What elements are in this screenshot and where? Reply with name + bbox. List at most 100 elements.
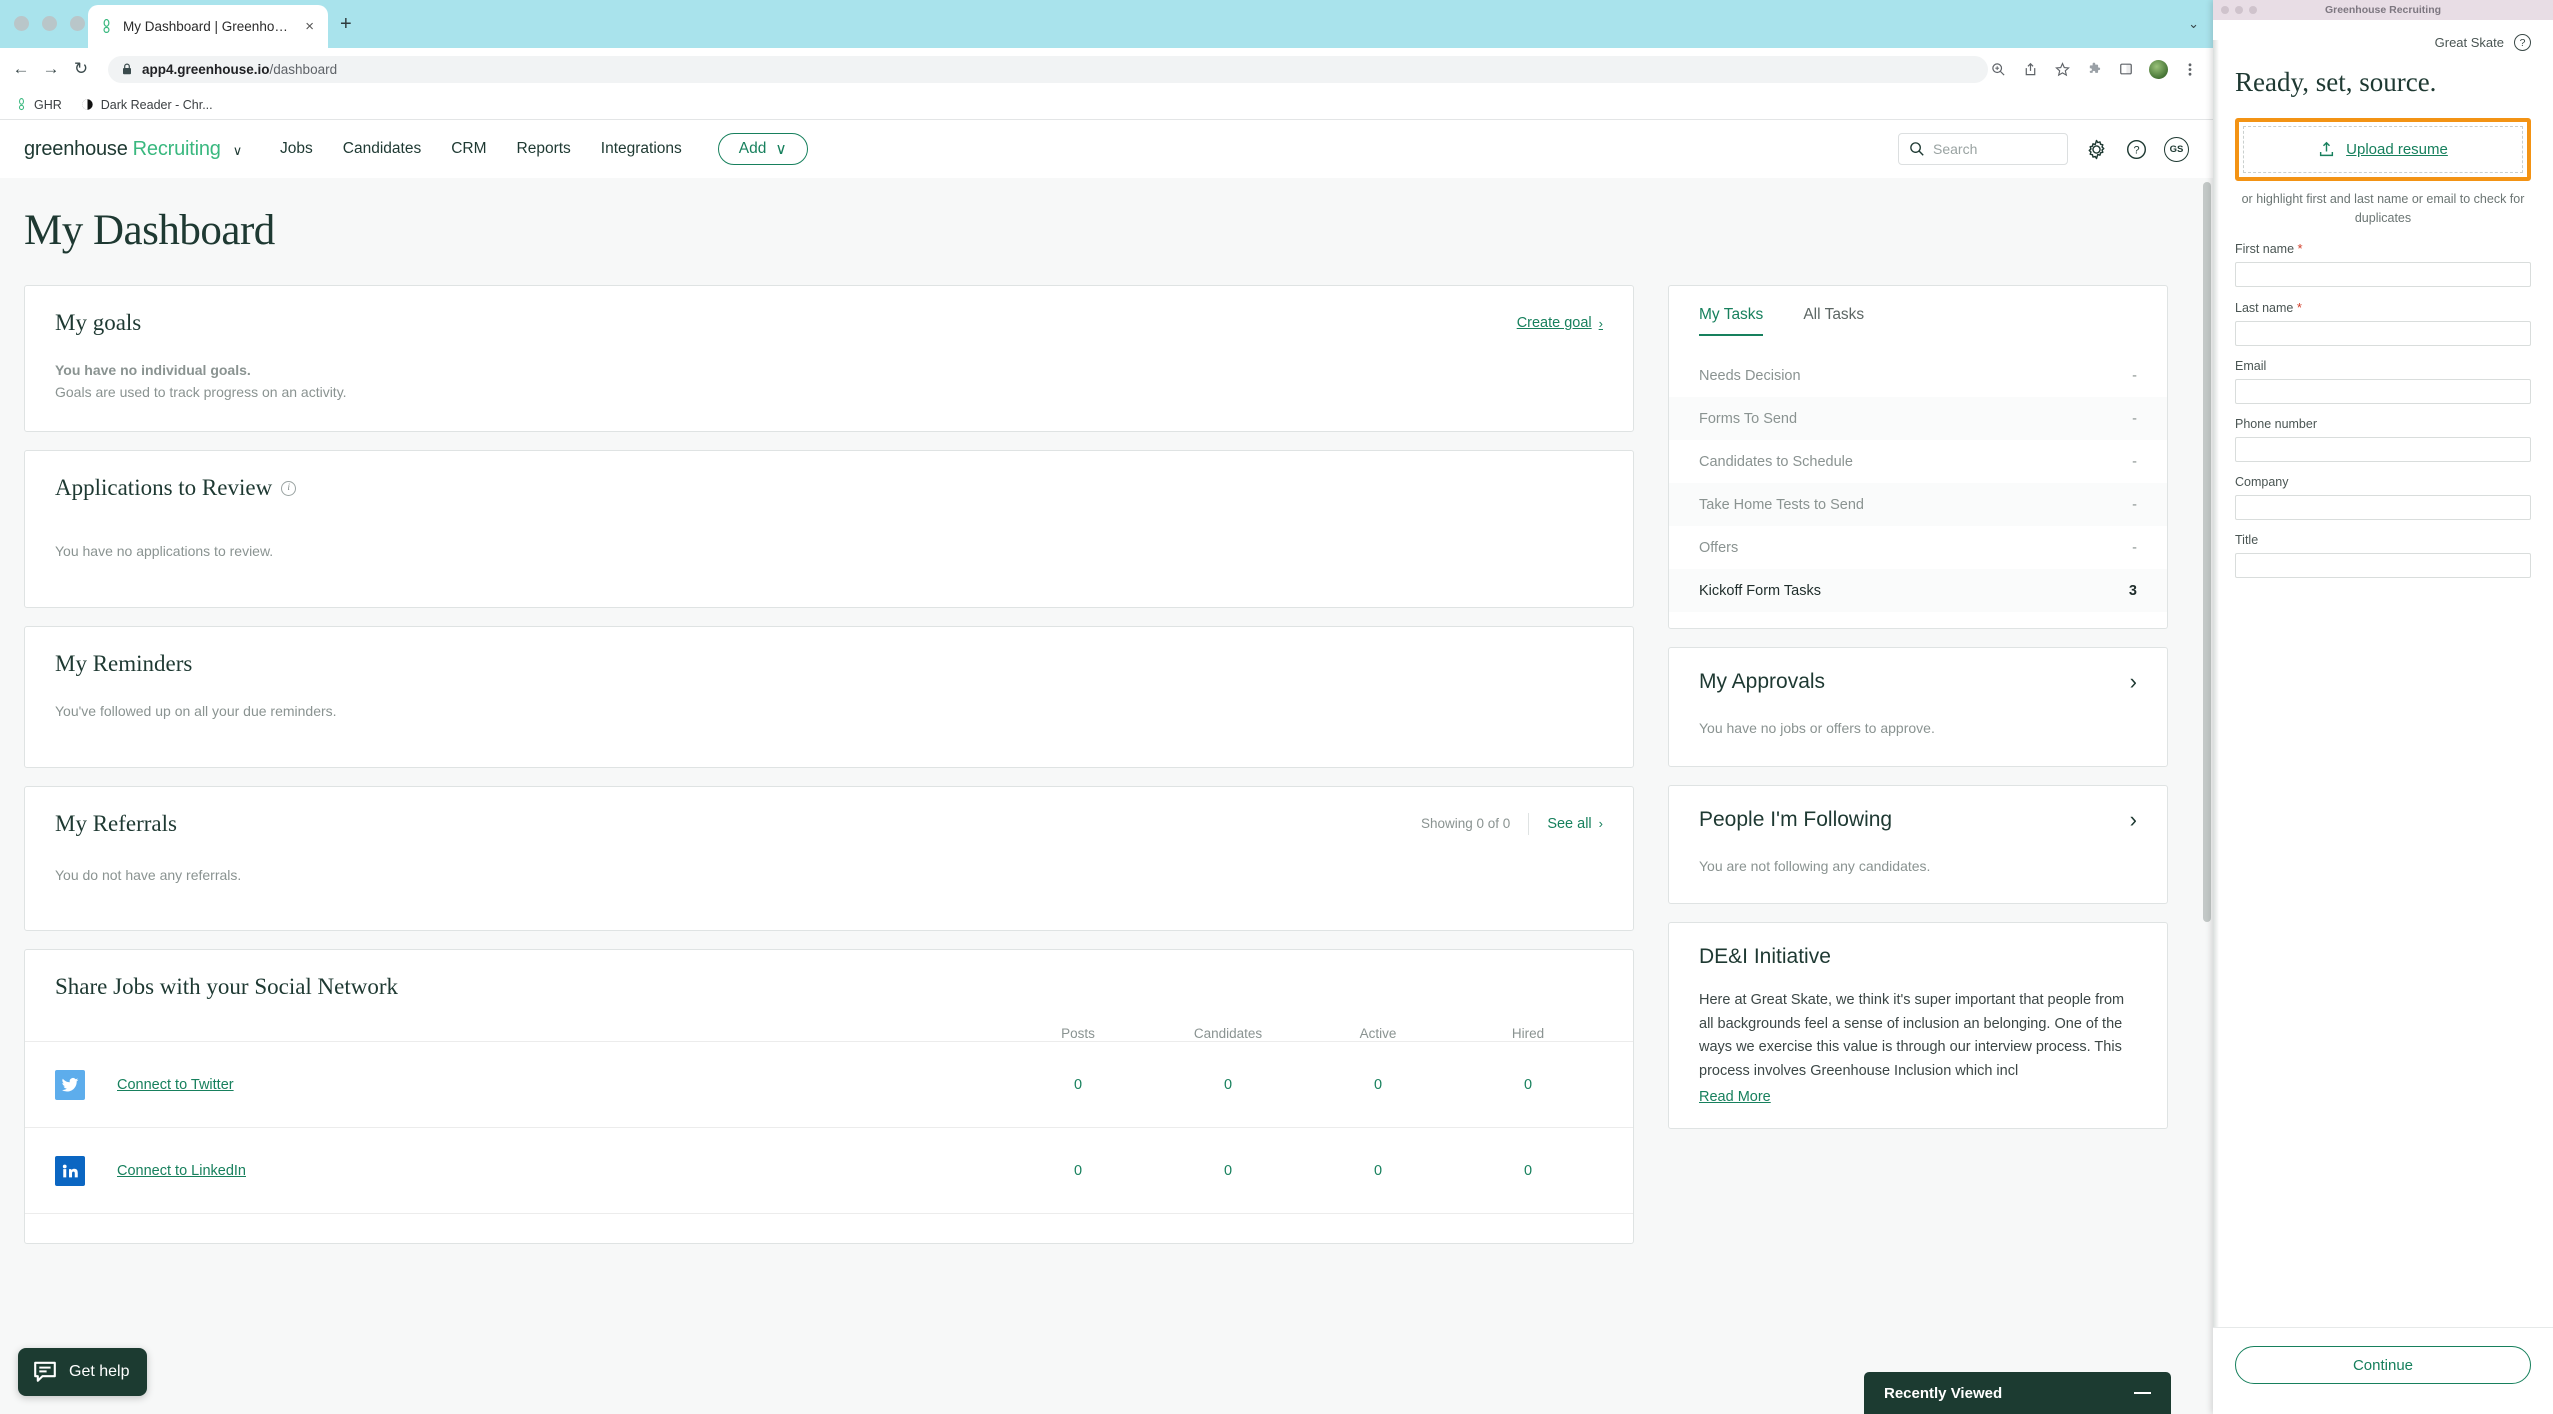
close-icon[interactable]: × [301,17,318,36]
search-input[interactable] [1933,141,2057,157]
window-traffic-lights[interactable] [14,16,85,31]
card-title: People I'm Following [1699,807,1893,831]
card-title-text: Applications to Review [55,475,273,501]
card-title: Applications to Review i [55,475,297,501]
bookmark-dark-reader[interactable]: Dark Reader - Chr... [75,96,219,114]
card-header: People I'm Following › [1669,786,2167,832]
card-header: My goals Create goal › [25,286,1633,336]
greenhouse-icon [98,18,115,35]
add-button[interactable]: Add ∨ [717,133,808,165]
recently-viewed-label: Recently Viewed [1884,1384,2003,1402]
address-bar-text: app4.greenhouse.io/dashboard [142,62,337,77]
upload-resume-dropzone[interactable]: Upload resume [2243,126,2523,173]
list-item[interactable]: Kickoff Form Tasks 3 [1669,569,2167,612]
recently-viewed-bar[interactable]: Recently Viewed [1864,1372,2171,1414]
new-tab-button[interactable]: + [340,14,352,34]
app-logo[interactable]: greenhouse Recruiting ∨ [24,138,242,161]
twitter-icon [55,1069,85,1100]
referrals-empty-text: You do not have any referrals. [55,866,242,883]
field-label-text: Last name [2235,300,2294,315]
question-circle-icon[interactable]: ? [2514,34,2531,51]
forward-button[interactable]: → [36,59,66,79]
create-goal-link[interactable]: Create goal › [1517,315,1603,331]
info-icon[interactable]: i [281,480,297,496]
back-button[interactable]: ← [6,59,36,79]
see-all-link[interactable]: See all › [1547,816,1603,832]
search-box[interactable] [1898,133,2068,165]
avatar[interactable]: GS [2164,136,2189,162]
card-body: You do not have any referrals. [25,837,1633,931]
first-name-input[interactable] [2235,261,2531,287]
tab-my-tasks[interactable]: My Tasks [1699,306,1764,336]
upload-resume-highlight: Upload resume [2235,118,2531,181]
page-scrollbar[interactable] [2203,182,2211,922]
tab-all-tasks[interactable]: All Tasks [1803,306,1864,336]
list-item[interactable]: Needs Decision - [1669,354,2167,397]
last-name-input[interactable] [2235,320,2531,346]
nav-item-crm[interactable]: CRM [451,140,486,158]
chrome-menu-icon[interactable] [2175,54,2205,84]
task-value: - [2132,410,2137,427]
company-input[interactable] [2235,494,2531,520]
minimize-window-button[interactable] [42,16,57,31]
close-window-button[interactable] [14,16,29,31]
browser-tab[interactable]: My Dashboard | Greenhouse × [88,5,328,48]
list-item[interactable]: Forms To Send - [1669,397,2167,440]
title-input[interactable] [2235,552,2531,578]
nav-item-jobs[interactable]: Jobs [280,140,313,158]
chevron-right-icon[interactable]: › [2130,671,2137,693]
maximize-window-button[interactable] [70,16,85,31]
chevron-right-icon[interactable]: › [2130,808,2137,831]
card-title: My Referrals [55,810,177,836]
address-bar[interactable]: app4.greenhouse.io/dashboard [108,55,1988,83]
phone-number-input[interactable] [2235,436,2531,462]
task-label: Needs Decision [1699,367,1801,384]
nav-item-candidates[interactable]: Candidates [343,140,421,158]
task-value: 3 [2128,582,2137,599]
field-label: Last name * [2235,300,2531,315]
card-body: You are not following any candidates. [1669,832,2167,904]
email-field[interactable] [2235,378,2531,404]
zoom-icon[interactable] [1983,54,2013,84]
linkedin-hired-value: 0 [1523,1162,1533,1179]
help-icon[interactable]: ? [2124,137,2148,161]
nav-item-reports[interactable]: Reports [517,140,571,158]
card-applications-to-review: Applications to Review i You have no app… [24,450,1634,609]
continue-button[interactable]: Continue [2235,1346,2531,1384]
field-first-name: First name * [2235,241,2531,287]
sidepanel-icon[interactable] [2111,54,2141,84]
gear-icon[interactable] [2084,137,2108,161]
card-people-im-following[interactable]: People I'm Following › You are not follo… [1668,784,2168,905]
app-nav-links: Jobs Candidates CRM Reports Integrations [280,140,682,158]
profile-avatar[interactable] [2143,54,2173,84]
linkedin-icon [55,1155,85,1186]
card-my-approvals[interactable]: My Approvals › You have no jobs or offer… [1668,647,2168,767]
minimize-icon[interactable] [2134,1391,2151,1395]
nav-item-integrations[interactable]: Integrations [601,140,682,158]
chevron-down-icon[interactable]: ⌄ [2188,16,2199,32]
linkedin-candidates-value: 0 [1223,1162,1233,1179]
get-help-widget[interactable]: Get help [18,1348,148,1396]
page-title: My Dashboard [24,207,275,254]
field-label: Title [2235,533,2531,547]
applications-empty-text: You have no applications to review. [55,543,274,560]
panel-titlebar: Greenhouse Recruiting [2213,0,2553,20]
connect-to-twitter-link[interactable]: Connect to Twitter [117,1077,1003,1093]
goals-empty-subtitle: Goals are used to track progress on an a… [55,383,347,400]
bookmark-star-icon[interactable] [2047,54,2077,84]
bookmark-ghr[interactable]: GHR [8,96,68,114]
connect-to-linkedin-link[interactable]: Connect to LinkedIn [117,1163,1003,1179]
dei-body-text: Here at Great Skate, we think it's super… [1699,992,2125,1079]
extensions-puzzle-icon[interactable] [2079,54,2109,84]
read-more-link[interactable]: Read More [1699,1089,1771,1105]
field-phone-number: Phone number [2235,417,2531,462]
panel-content: Great Skate ? Ready, set, source. Upload… [2213,20,2553,1414]
chevron-down-icon[interactable]: ∨ [233,143,243,159]
list-item[interactable]: Take Home Tests to Send - [1669,483,2167,526]
panel-traffic-lights[interactable] [2221,6,2257,14]
list-item[interactable]: Candidates to Schedule - [1669,440,2167,483]
reload-button[interactable]: ↻ [66,59,96,79]
share-icon[interactable] [2015,54,2045,84]
column-header-posts: Posts [1061,1026,1095,1042]
list-item[interactable]: Offers - [1669,526,2167,569]
